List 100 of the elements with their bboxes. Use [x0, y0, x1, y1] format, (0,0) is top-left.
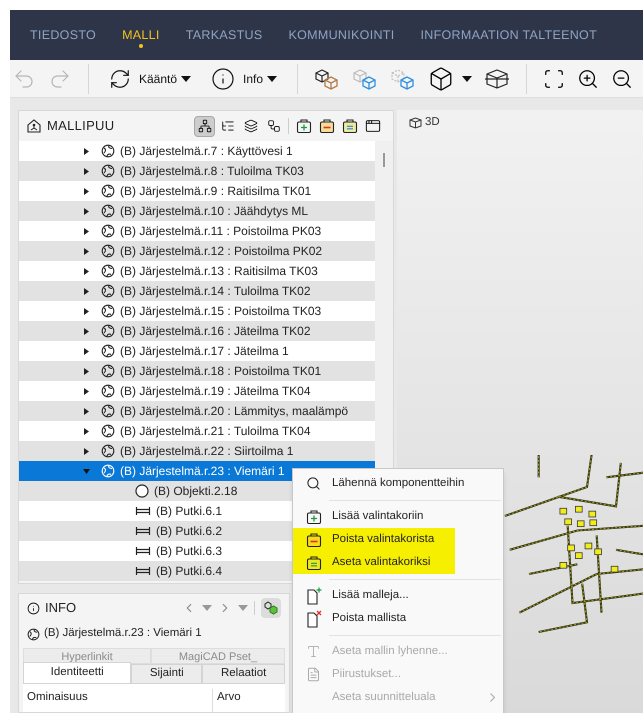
- tree-row[interactable]: (B) Järjestelmä.r.22 : Siirtoilma 1: [19, 441, 375, 461]
- tree-row[interactable]: (B) Järjestelmä.r.10 : Jäähdytys ML: [19, 201, 375, 221]
- menu-tab[interactable]: MALLI: [122, 26, 160, 44]
- hierarchy-icon: [266, 119, 280, 133]
- tree-item-label: (B) Järjestelmä.r.15 : Poistoilma TK03: [120, 303, 322, 320]
- tree-item-label: (B) Järjestelmä.r.20 : Lämmitys, maalämpö: [120, 403, 348, 420]
- menu-tab[interactable]: INFORMAATION TALTEENOT: [420, 26, 598, 44]
- cube-icon[interactable]: [428, 66, 454, 92]
- tree-row[interactable]: (B) Järjestelmä.r.8 : Tuloilma TK03: [19, 161, 375, 181]
- basket-plus-icon: [296, 118, 312, 134]
- tree-row[interactable]: (B) Järjestelmä.r.17 : Jäteilma 1: [19, 341, 375, 361]
- expand-arrow-icon[interactable]: [83, 388, 90, 394]
- info-icon: [27, 602, 40, 614]
- expand-arrow-icon[interactable]: [83, 208, 90, 214]
- tree-row[interactable]: (B) Järjestelmä.r.14 : Tuloilma TK02: [19, 281, 375, 301]
- expand-arrow-icon[interactable]: [83, 448, 90, 454]
- tree-row[interactable]: (B) Järjestelmä.r.15 : Poistoilma TK03: [19, 301, 375, 321]
- info-tab[interactable]: Identiteetti: [23, 662, 132, 684]
- expand-arrow-icon[interactable]: [83, 288, 90, 294]
- menu-tab[interactable]: TIEDOSTO: [30, 26, 96, 44]
- tree-item-label: (B) Putki.6.3: [156, 543, 222, 560]
- globe-icon: [27, 628, 40, 640]
- expand-arrow-icon[interactable]: [83, 168, 90, 174]
- info-tab[interactable]: Relaatiot: [202, 664, 285, 684]
- tree-row[interactable]: (B) Järjestelmä.r.11 : Poistoilma PK03: [19, 221, 375, 241]
- tree-item-label: (B) Järjestelmä.r.13 : Raitisilma TK03: [120, 263, 318, 280]
- expand-arrow-icon[interactable]: [83, 308, 90, 314]
- tree-row[interactable]: (B) Järjestelmä.r.20 : Lämmitys, maalämpö: [19, 401, 375, 421]
- globe-icon: [101, 444, 115, 458]
- cubes-icon[interactable]: [314, 68, 340, 90]
- tree-row[interactable]: (B) Järjestelmä.r.9 : Raitisilma TK01: [19, 181, 375, 201]
- panel-title: MALLIPUU: [47, 117, 114, 136]
- tree-item-label: (B) Objekti.2.18: [154, 483, 238, 500]
- expand-arrow-icon[interactable]: [83, 368, 90, 374]
- tree-row[interactable]: (B) Järjestelmä.r.7 : Käyttövesi 1: [19, 141, 375, 161]
- menu-item[interactable]: Poista valintakorista: [293, 528, 455, 551]
- section-box-icon[interactable]: [484, 68, 510, 90]
- info-dropdown[interactable]: Info: [207, 66, 282, 90]
- tree-row[interactable]: (B) Järjestelmä.r.18 : Poistoilma TK01: [19, 361, 375, 381]
- globe-icon: [101, 384, 115, 398]
- expand-arrow-icon[interactable]: [83, 408, 90, 414]
- info-tab[interactable]: Sijainti: [131, 664, 202, 684]
- document-cross-icon: [306, 610, 322, 628]
- tree-item-label: (B) Järjestelmä.r.11 : Poistoilma PK03: [120, 223, 322, 240]
- tree-row[interactable]: (B) Järjestelmä.r.16 : Jäteilma TK02: [19, 321, 375, 341]
- zoom-in-icon[interactable]: [577, 68, 600, 90]
- menu-tab[interactable]: KOMMUNIKOINTI: [288, 26, 394, 44]
- globe-icon: [101, 404, 115, 418]
- tree-item-label: (B) Järjestelmä.r.23 : Viemäri 1: [120, 463, 285, 480]
- basket-plus-icon: [306, 508, 322, 524]
- pipe-icon: [135, 506, 151, 516]
- globe-icon: [101, 144, 115, 158]
- pipe-icon: [135, 546, 151, 556]
- menu-item[interactable]: Poista mallista: [293, 607, 503, 630]
- tree-item-label: (B) Järjestelmä.r.14 : Tuloilma TK02: [120, 283, 311, 300]
- menu-item[interactable]: Aseta valintakoriksi: [293, 551, 455, 574]
- globe-icon: [101, 244, 115, 258]
- caret-icon[interactable]: [202, 605, 212, 611]
- layers-icon: [244, 119, 258, 133]
- basket-minus-icon: [318, 118, 334, 134]
- globe-icon: [101, 184, 115, 198]
- globe-icon: [101, 224, 115, 238]
- expand-arrow-icon[interactable]: [83, 348, 90, 354]
- globe-icon: [101, 264, 115, 278]
- tree-tool-button[interactable]: [194, 116, 215, 136]
- tree-item-label: (B) Järjestelmä.r.16 : Jäteilma TK02: [120, 323, 311, 340]
- zoom-out-icon[interactable]: [611, 68, 634, 90]
- expand-arrow-icon[interactable]: [83, 428, 90, 434]
- globe-icon: [101, 324, 115, 338]
- selected-object-label: (B) Järjestelmä.r.23 : Viemäri 1: [44, 626, 202, 642]
- expand-arrow-icon[interactable]: [83, 328, 90, 334]
- tree-row[interactable]: (B) Järjestelmä.r.13 : Raitisilma TK03: [19, 261, 375, 281]
- tree-item-label: (B) Järjestelmä.r.18 : Poistoilma TK01: [120, 363, 322, 380]
- circle-icon: [135, 484, 149, 498]
- pipe-icon: [135, 526, 151, 536]
- expand-arrow-icon[interactable]: [83, 268, 90, 274]
- tree-row[interactable]: (B) Järjestelmä.r.12 : Poistoilma PK02: [19, 241, 375, 261]
- tree-row[interactable]: (B) Järjestelmä.r.21 : Tuloilma TK04: [19, 421, 375, 441]
- model-tree-icon: [27, 119, 41, 133]
- zoom-fit-icon[interactable]: [543, 68, 566, 90]
- rotate-icon: [109, 68, 131, 90]
- expand-arrow-icon[interactable]: [83, 248, 90, 254]
- expand-arrow-icon[interactable]: [83, 148, 90, 154]
- cubes-icon: [264, 601, 278, 615]
- rotate-dropdown[interactable]: Kääntö: [105, 68, 196, 90]
- expand-arrow-icon[interactable]: [83, 188, 90, 194]
- globe-icon: [101, 464, 115, 478]
- basket-equals-icon: [342, 118, 358, 134]
- globe-icon: [101, 164, 115, 178]
- tree-row[interactable]: (B) Järjestelmä.r.19 : Jäteilma TK04: [19, 381, 375, 401]
- model-button[interactable]: [261, 598, 281, 618]
- menu-tab[interactable]: TARKASTUS: [186, 26, 263, 44]
- column-header: Arvo: [216, 690, 242, 705]
- document-plus-icon: [306, 586, 322, 604]
- expand-arrow-icon[interactable]: [83, 228, 90, 234]
- view-title: 3D: [425, 115, 440, 130]
- basket-minus-icon: [306, 532, 322, 548]
- caret-icon[interactable]: [238, 605, 248, 611]
- menu-item[interactable]: Lisää malleja...: [293, 584, 503, 607]
- column-header: Ominaisuus: [23, 689, 213, 712]
